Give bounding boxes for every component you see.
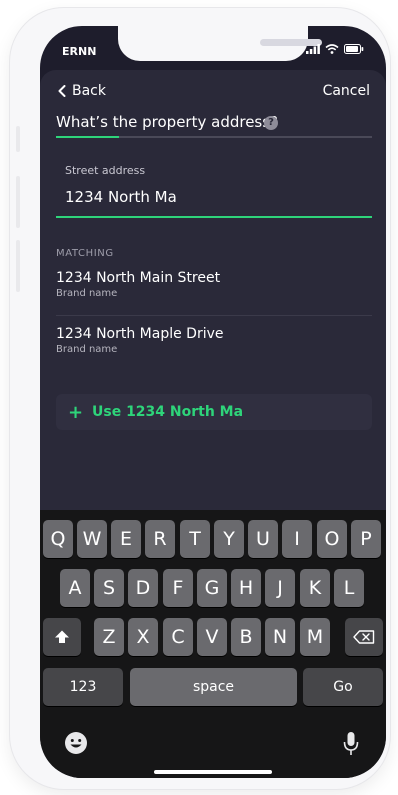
- screen: ERNN Back Cancel What’s the property add…: [40, 26, 386, 778]
- help-icon[interactable]: ?: [264, 116, 278, 130]
- numbers-key[interactable]: 123: [43, 668, 123, 706]
- key-s[interactable]: S: [94, 569, 124, 607]
- cancel-button[interactable]: Cancel: [323, 83, 370, 99]
- key-x[interactable]: X: [128, 618, 158, 656]
- phone-frame: ERNN Back Cancel What’s the property add…: [10, 8, 390, 789]
- key-k[interactable]: K: [300, 569, 330, 607]
- microphone-icon[interactable]: [343, 731, 359, 757]
- key-z[interactable]: Z: [94, 618, 124, 656]
- battery-icon: [344, 44, 364, 54]
- key-f[interactable]: F: [163, 569, 193, 607]
- keyboard: Q W E R T Y U I O P A S D F G H J K L Z …: [40, 510, 386, 778]
- match-title: 1234 North Main Street: [56, 270, 221, 286]
- back-label: Back: [72, 83, 106, 99]
- space-key[interactable]: space: [130, 668, 297, 706]
- emoji-icon[interactable]: [64, 731, 88, 755]
- key-a[interactable]: A: [60, 569, 90, 607]
- delete-key[interactable]: [345, 618, 383, 656]
- key-m[interactable]: M: [300, 618, 330, 656]
- plus-icon: +: [68, 401, 84, 423]
- street-address-underline: [56, 216, 372, 218]
- back-button[interactable]: Back: [58, 83, 106, 99]
- key-t[interactable]: T: [180, 520, 210, 558]
- wifi-icon: [325, 44, 339, 54]
- key-p[interactable]: P: [351, 520, 381, 558]
- key-v[interactable]: V: [197, 618, 227, 656]
- key-c[interactable]: C: [163, 618, 193, 656]
- shift-arrow-icon: [55, 630, 69, 643]
- side-button-volume-up: [16, 176, 20, 228]
- key-h[interactable]: H: [231, 569, 261, 607]
- key-j[interactable]: J: [265, 569, 295, 607]
- key-u[interactable]: U: [248, 520, 278, 558]
- address-sheet: Back Cancel What’s the property address?…: [40, 70, 386, 570]
- match-subtitle: Brand name: [56, 344, 118, 355]
- side-button-volume-down: [16, 240, 20, 292]
- matching-section-label: MATCHING: [56, 248, 114, 259]
- progress-bar: [56, 136, 372, 138]
- key-y[interactable]: Y: [214, 520, 244, 558]
- key-n[interactable]: N: [265, 618, 295, 656]
- go-key[interactable]: Go: [303, 668, 383, 706]
- key-o[interactable]: O: [317, 520, 347, 558]
- key-r[interactable]: R: [145, 520, 175, 558]
- chevron-left-icon: [58, 85, 66, 97]
- notch: [118, 26, 322, 61]
- side-button-mute: [16, 126, 20, 152]
- match-subtitle: Brand name: [56, 288, 118, 299]
- match-title: 1234 North Maple Drive: [56, 326, 224, 342]
- use-typed-address-button[interactable]: + Use 1234 North Ma: [56, 394, 372, 430]
- street-address-input[interactable]: 1234 North Ma: [65, 188, 177, 206]
- status-icons: [306, 44, 364, 54]
- list-divider: [56, 315, 372, 316]
- key-q[interactable]: Q: [43, 520, 73, 558]
- key-l[interactable]: L: [334, 569, 364, 607]
- key-b[interactable]: B: [231, 618, 261, 656]
- key-d[interactable]: D: [128, 569, 158, 607]
- key-e[interactable]: E: [111, 520, 141, 558]
- signal-icon: [306, 44, 320, 54]
- key-w[interactable]: W: [77, 520, 107, 558]
- key-i[interactable]: I: [282, 520, 312, 558]
- backspace-icon: [353, 630, 375, 644]
- match-item[interactable]: 1234 North Maple Drive Brand name: [56, 326, 372, 355]
- question-title: What’s the property address?: [56, 113, 279, 131]
- use-typed-address-label: Use 1234 North Ma: [92, 404, 244, 420]
- status-carrier: ERNN: [62, 45, 97, 58]
- home-indicator[interactable]: [154, 770, 272, 774]
- street-address-label: Street address: [65, 164, 146, 177]
- shift-key[interactable]: [43, 618, 81, 656]
- progress-fill: [56, 136, 120, 138]
- match-item[interactable]: 1234 North Main Street Brand name: [56, 270, 372, 299]
- key-g[interactable]: G: [197, 569, 227, 607]
